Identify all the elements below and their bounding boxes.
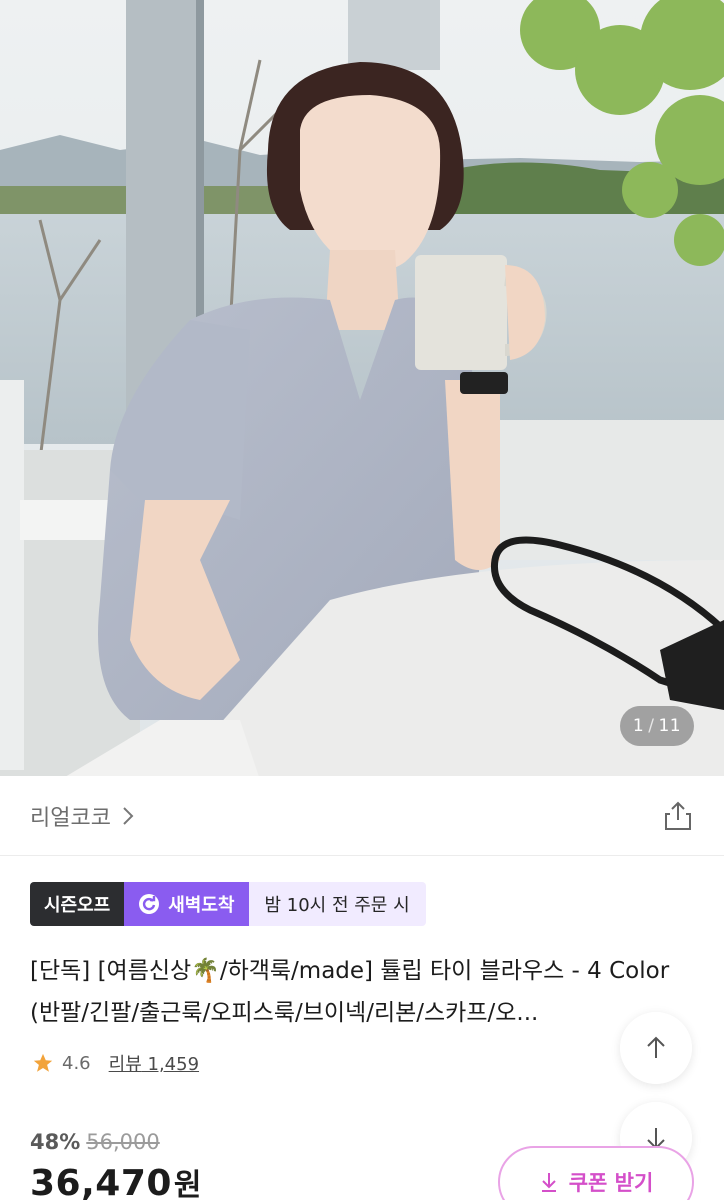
product-photo	[0, 0, 724, 776]
review-label: 리뷰	[108, 1054, 142, 1075]
dawn-delivery-label: 새벽도착	[168, 895, 235, 916]
season-off-badge: 시즌오프	[30, 882, 125, 926]
product-title: [단독] [여름신상🌴/하객룩/made] 튤립 타이 블라우스 - 4 Col…	[30, 958, 677, 1026]
arrow-up-icon	[647, 1036, 665, 1058]
coupon-label: 쿠폰 받기	[568, 1171, 654, 1195]
badge-group: 시즌오프 새벽도착 밤 10시 전 주문 시	[30, 882, 426, 926]
download-arrow-icon	[541, 1173, 556, 1192]
product-image[interactable]: 1 / 11	[0, 0, 724, 776]
discount-row: 48% 56,000	[30, 1130, 160, 1154]
brand-name: 리얼코코	[30, 805, 111, 831]
share-icon[interactable]	[662, 800, 694, 832]
star-icon	[33, 1053, 53, 1072]
chevron-right-icon	[123, 806, 134, 825]
rating-row: 4.6 리뷰 1,459	[32, 1050, 199, 1076]
brand-link[interactable]: 리얼코코	[30, 800, 135, 832]
image-counter: 1 / 11	[620, 706, 694, 746]
refresh-arrow-icon	[139, 894, 160, 914]
dawn-delivery-badge: 새벽도착	[124, 882, 249, 926]
original-price: 56,000	[86, 1130, 160, 1154]
image-counter-total: 11	[658, 716, 682, 736]
review-count: 1,459	[147, 1054, 200, 1075]
order-time-label: 밤 10시 전 주문 시	[264, 895, 410, 916]
season-off-label: 시즌오프	[44, 895, 111, 916]
brand-row: 리얼코코	[0, 776, 724, 856]
rating-score: 4.6	[62, 1052, 91, 1074]
image-counter-current: 1	[632, 716, 645, 736]
sale-price-value: 36,470	[30, 1163, 172, 1200]
price-unit: 원	[173, 1168, 203, 1200]
scroll-top-button[interactable]	[620, 1012, 692, 1084]
discount-rate: 48%	[30, 1130, 81, 1154]
review-link[interactable]: 리뷰 1,459	[109, 1050, 199, 1076]
coupon-button[interactable]: 쿠폰 받기	[498, 1146, 694, 1200]
order-time-badge: 밤 10시 전 주문 시	[248, 882, 426, 926]
sale-price: 36,470원	[30, 1160, 202, 1200]
image-counter-separator: /	[648, 716, 655, 736]
